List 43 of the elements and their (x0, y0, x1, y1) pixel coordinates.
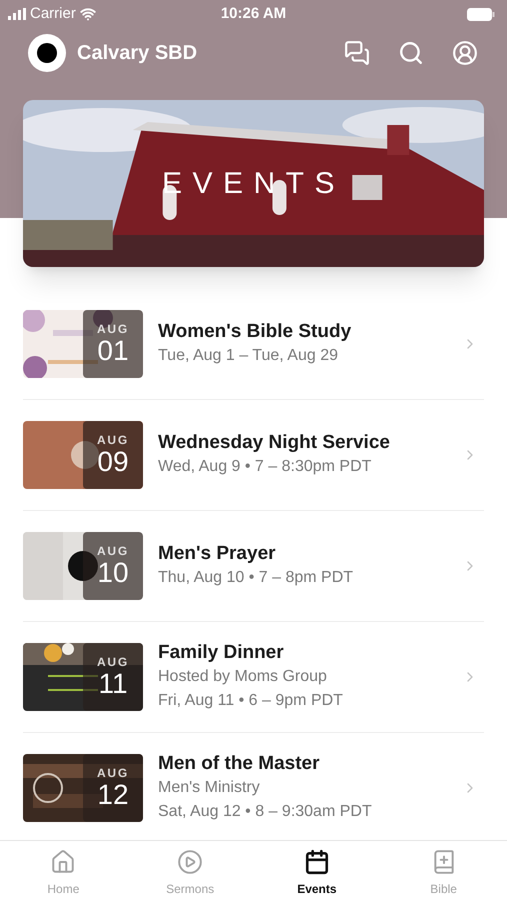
event-row[interactable]: AUG 11 Family Dinner Hosted by Moms Group Fri, Aug 11 • 6 – 9pm PDT (23, 622, 484, 733)
event-detail: Hosted by Moms Group (158, 667, 328, 687)
badge-month: AUG (96, 434, 130, 446)
messages-button[interactable] (343, 39, 371, 67)
badge-day: 09 (97, 448, 129, 476)
banner-title: EVENTS (162, 166, 346, 202)
event-detail: Sat, Aug 12 • 8 – 9:30am PDT (158, 802, 373, 822)
event-title: Family Dinner (158, 641, 285, 665)
search-button[interactable] (397, 39, 425, 67)
calendar-icon (304, 849, 330, 875)
event-title: Men's Prayer (158, 542, 277, 566)
event-title: Wednesday Night Service (158, 431, 391, 455)
wifi-icon (80, 6, 96, 22)
badge-day: 12 (97, 781, 129, 809)
badge-month: AUG (96, 767, 130, 779)
event-title: Women's Bible Study (158, 320, 352, 344)
play-icon (177, 849, 204, 875)
event-detail: Tue, Aug 1 – Tue, Aug 29 (158, 346, 339, 366)
battery-icon (467, 8, 495, 20)
badge-day: 11 (98, 670, 128, 698)
carrier-label: Carrier (30, 4, 76, 24)
church-name: Calvary SBD (77, 41, 198, 66)
chat-icon (344, 40, 370, 66)
event-detail: Thu, Aug 10 • 7 – 8pm PDT (158, 568, 354, 588)
event-detail: Fri, Aug 11 • 6 – 9pm PDT (158, 691, 344, 711)
badge-day: 01 (97, 337, 129, 365)
status-time: 10:26 AM (220, 4, 286, 24)
signal-icon (8, 8, 26, 20)
event-detail: Men's Ministry (158, 778, 261, 798)
home-icon (50, 849, 76, 875)
event-title: Men of the Master (158, 752, 321, 776)
badge-month: AUG (96, 323, 130, 335)
tab-item[interactable]: Events (254, 841, 380, 900)
badge-day: 10 (97, 559, 129, 587)
event-detail: Wed, Aug 9 • 7 – 8:30pm PDT (158, 457, 372, 477)
badge-month: AUG (96, 656, 130, 668)
badge-month: AUG (96, 545, 130, 557)
search-icon (398, 40, 424, 66)
profile-icon (452, 40, 478, 66)
event-row[interactable]: AUG 10 Men's Prayer Thu, Aug 10 • 7 – 8pm PDT (23, 511, 484, 622)
event-row[interactable]: AUG 09 Wednesday Night Service Wed, Aug 9 • 7 – 8:30pm PDT (23, 400, 484, 511)
event-row[interactable]: AUG 01 Women's Bible Study Tue, Aug 1 – Tue, Aug 29 (23, 289, 484, 400)
profile-button[interactable] (451, 39, 479, 67)
